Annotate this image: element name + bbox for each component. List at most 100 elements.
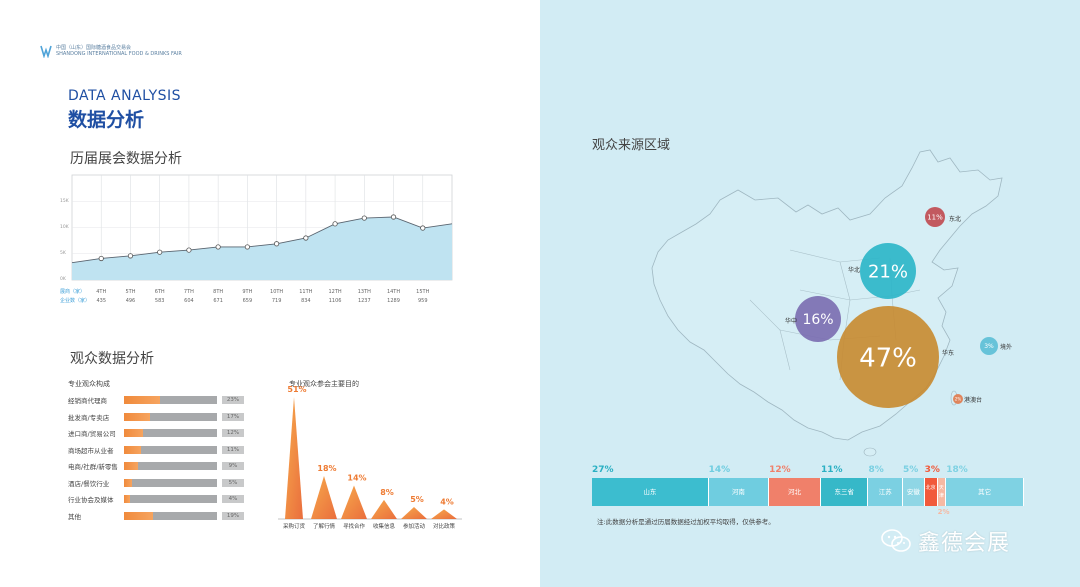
bar-value-label: 9%	[222, 462, 244, 470]
bar-value-label: 12%	[222, 429, 244, 437]
purpose-triangle-chart: 51% 采购订货 18% 了解行情 14% 寻找合作 8% 收集信息 5% 参加活动 4% 对比政策	[278, 385, 462, 530]
bar-track	[124, 511, 217, 520]
bar-fill	[124, 462, 138, 470]
brand-watermark: 鑫德会展	[880, 525, 1010, 557]
bar-row: 酒店/餐饮行业 5%	[68, 477, 258, 489]
bar-label: 其他	[68, 512, 81, 521]
logo-icon	[40, 45, 52, 58]
region-strip-segment: 河北	[769, 478, 821, 506]
bar-row: 其他 19%	[68, 510, 258, 522]
data-point	[215, 244, 221, 250]
bar-row: 商场超市从业者 11%	[68, 444, 258, 456]
region-bubble-label: 华东	[942, 349, 954, 357]
x-tick-label: 9TH	[242, 289, 252, 295]
region-strip-segment: 天津	[937, 478, 947, 506]
table-value: 435	[96, 298, 106, 304]
triangle-category-label: 采购订货	[283, 522, 306, 530]
logo-line2: SHANDONG INTERNATIONAL FOOD & DRINKS FAI…	[56, 51, 182, 57]
bar-label: 进口商/贸易公司	[68, 430, 116, 438]
region-strip-pct: 14%	[708, 465, 731, 475]
history-line-chart: 15K 10K 5K 0K 展商（家） 企业数（家） 4TH 435 5TH 496 6TH 583 7…	[60, 174, 453, 304]
region-bubble-label: 华北	[848, 266, 860, 274]
x-tick-label: 4TH	[96, 289, 106, 295]
bar-row: 经销商代理商 23%	[68, 394, 258, 406]
region-bubble-pct: 21%	[868, 261, 908, 282]
region-bubble-pct: 47%	[859, 343, 917, 373]
triangle-value-label: 14%	[347, 474, 366, 483]
x-tick-label: 7TH	[184, 289, 194, 295]
triangle-category-label: 对比政策	[433, 522, 456, 530]
region-strip-pct: 3%	[924, 465, 940, 475]
data-point	[390, 214, 397, 220]
right-panel: 11% 东北 21% 华北 16% 华中 47% 华东 3% 境外 2% 港澳台 观众来源区域 山东 2…	[540, 0, 1080, 587]
region-strip-pct: 18%	[946, 465, 968, 475]
data-point	[186, 247, 192, 253]
data-point	[98, 255, 104, 262]
heading-en: DATA ANALYSIS	[68, 88, 182, 104]
x-tick-label: 15TH	[416, 289, 429, 295]
triangle-value-label: 51%	[287, 385, 306, 394]
bar-label: 酒店/餐饮行业	[68, 479, 110, 488]
bar-value-label: 17%	[222, 412, 244, 421]
triangle-category-label: 寻找合作	[343, 522, 366, 530]
bar-track	[124, 462, 217, 470]
bar-track	[124, 412, 217, 421]
region-bubble-pct: 11%	[927, 214, 943, 222]
region-strip-segment: 其它	[946, 478, 1024, 506]
region-strip-pct: 2%	[937, 508, 950, 516]
table-value: 659	[243, 298, 253, 304]
y-tick-label: 5K	[60, 250, 67, 256]
x-tick-label: 6TH	[155, 289, 165, 295]
data-point	[157, 249, 163, 255]
region-strip-segment: 河南	[708, 478, 770, 506]
region-strip-pct: 5%	[903, 465, 919, 475]
bar-label: 经销商代理商	[68, 397, 107, 405]
region-strip-segment: 安徽	[903, 478, 925, 506]
data-point	[332, 221, 338, 227]
triangle-mark	[431, 509, 457, 519]
bar-label: 批发商/专卖店	[68, 413, 110, 422]
data-point	[420, 225, 426, 231]
y-tick-label: 15K	[60, 198, 70, 204]
left-panel: 中国（山东）国际糖酒食品交易会 SHANDONG INTERNATIONAL F…	[0, 0, 540, 587]
region-strip-pct: 11%	[820, 465, 843, 475]
triangle-value-label: 18%	[317, 464, 336, 473]
region-strip-pct: 12%	[769, 465, 791, 475]
bar-fill	[124, 478, 132, 487]
triangle-mark	[401, 507, 427, 519]
y-tick-label: 0K	[60, 276, 67, 282]
table-value: 583	[155, 298, 165, 304]
bar-fill	[124, 445, 142, 454]
bar-value-label: 4%	[222, 495, 244, 503]
data-point	[127, 253, 134, 259]
table-value: 1106	[329, 298, 342, 304]
triangle-mark	[311, 475, 337, 519]
bar-label: 行业协会及媒体	[68, 496, 114, 504]
data-point	[274, 241, 280, 247]
bar-fill	[124, 511, 154, 520]
region-bubble-pct: 2%	[955, 396, 962, 401]
triangle-category-label: 参加活动	[403, 522, 426, 530]
region-strip-segment: 江苏	[868, 478, 904, 506]
table-value: 604	[184, 298, 194, 304]
triangle-mark	[371, 499, 397, 519]
bar-value-label: 23%	[222, 396, 244, 404]
x-tick-label: 13TH	[358, 289, 371, 295]
section2-title: 观众数据分析	[70, 351, 154, 367]
region-strip-segment: 东三省	[820, 478, 869, 506]
table-value: 671	[213, 298, 223, 304]
triangle-category-label: 了解行情	[313, 522, 336, 530]
wechat-icon	[881, 529, 911, 552]
bar-label: 商场超市从业者	[68, 446, 114, 455]
data-point	[361, 215, 367, 221]
hainan-shape	[863, 447, 877, 457]
china-outline	[651, 149, 1003, 441]
bar-label: 电商/社群/新零售	[68, 463, 118, 471]
table-value: 496	[126, 298, 136, 304]
bar-fill	[124, 429, 143, 437]
bar-track	[124, 396, 217, 404]
region-bubble-label: 华中	[785, 317, 797, 325]
bar-track	[124, 478, 217, 487]
bar-track	[124, 429, 217, 437]
x-tick-label: 11TH	[299, 289, 312, 295]
